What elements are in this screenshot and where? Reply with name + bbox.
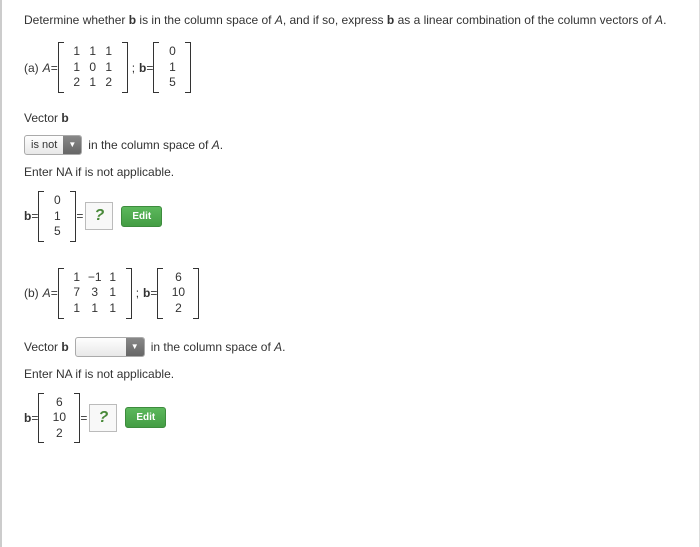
part-a-answer-input[interactable]: ?	[85, 202, 113, 230]
part-a-equation: (a) A = 111 101 212 ; b = 0 1	[24, 42, 681, 93]
part-a-vector-label: Vector b	[24, 111, 681, 125]
part-b-equation: (b) A = 1−11 731 111 ; b = 6 10	[24, 268, 681, 319]
part-b-na-note: Enter NA if is not applicable.	[24, 367, 681, 381]
part-b-answer-input[interactable]: ?	[89, 404, 117, 432]
part-a-dropdown-suffix: in the column space of A.	[88, 138, 223, 152]
part-b-vector-label: Vector b	[24, 340, 69, 354]
part-a-expression: b = 0 1 5 = ? Edit	[24, 191, 681, 242]
part-b-dropdown[interactable]: ▼	[75, 337, 145, 357]
dropdown-value	[76, 338, 126, 356]
chevron-down-icon: ▼	[63, 136, 81, 154]
question-prompt: Determine whether b is in the column spa…	[24, 12, 681, 28]
part-a-edit-button[interactable]: Edit	[121, 206, 162, 227]
part-a-na-note: Enter NA if is not applicable.	[24, 165, 681, 179]
part-b-dropdown-suffix: in the column space of A.	[151, 340, 286, 354]
part-b-expression: b = 6 10 2 = ? Edit	[24, 393, 681, 444]
part-b-edit-button[interactable]: Edit	[125, 407, 166, 428]
chevron-down-icon: ▼	[126, 338, 144, 356]
dropdown-value: is not	[25, 136, 63, 154]
part-a-dropdown[interactable]: is not ▼	[24, 135, 82, 155]
